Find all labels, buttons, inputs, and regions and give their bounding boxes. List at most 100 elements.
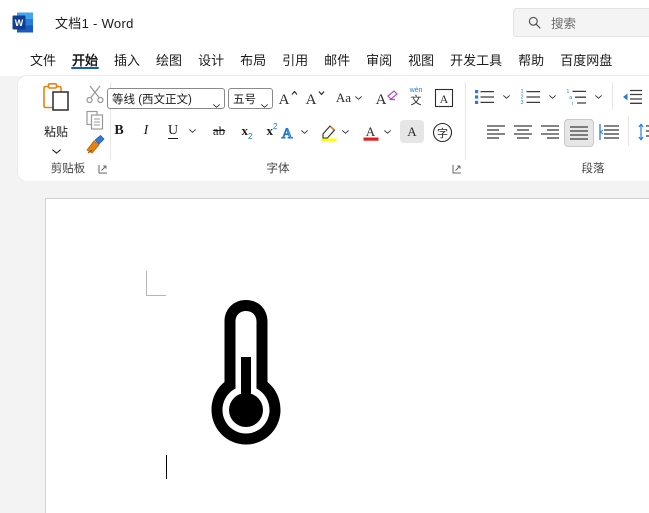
tab-label: 视图 (408, 53, 435, 68)
shrink-font-button[interactable]: A (304, 86, 328, 110)
paste-label: 粘贴 (43, 125, 68, 139)
tab-references[interactable]: 引用 (274, 44, 316, 70)
tab-help[interactable]: 帮助 (510, 44, 552, 70)
font-size-combo[interactable]: 五号 (228, 88, 273, 109)
svg-text:i: i (572, 101, 573, 106)
svg-text:A: A (440, 92, 449, 106)
strikethrough-label: ab (212, 123, 226, 138)
tab-label: 设计 (198, 53, 225, 68)
superscript-button[interactable]: x 2 (261, 120, 283, 142)
group-label-paragraph: 段落 (581, 163, 605, 175)
tab-mailings[interactable]: 邮件 (316, 44, 358, 70)
tab-review[interactable]: 审阅 (358, 44, 400, 70)
phonetic-guide-button[interactable]: wén 文 (403, 84, 429, 110)
clear-formatting-button[interactable]: A (374, 86, 400, 110)
svg-text:字: 字 (437, 126, 448, 140)
font-name-combo[interactable]: 等线 (西文正文) (107, 88, 225, 109)
search-icon (528, 16, 541, 29)
ribbon-tabs: 文件 开始 插入 绘图 设计 布局 引用 邮件 审阅 视图 开发工具 帮助 百度… (0, 44, 649, 76)
svg-text:A: A (279, 92, 290, 108)
group-label-font: 字体 (266, 163, 290, 175)
tab-label: 插入 (114, 53, 141, 68)
bulleted-list-button[interactable] (473, 86, 497, 108)
tab-label: 开发工具 (450, 53, 503, 68)
phonetic-guide-bottom: 文 (410, 95, 422, 107)
clipboard-icon (39, 82, 73, 120)
search-box[interactable]: 搜索 (513, 8, 649, 37)
subscript-button[interactable]: x 2 (236, 120, 258, 142)
title-bar: W 文档1 - Word 搜索 (0, 0, 649, 44)
copy-button[interactable] (84, 109, 106, 131)
line-spacing-button[interactable] (636, 121, 649, 143)
align-left-button[interactable] (483, 121, 509, 143)
bold-label: B (114, 123, 124, 138)
character-border-button[interactable]: A (432, 86, 456, 110)
change-case-button[interactable]: Aa (332, 86, 366, 110)
tab-developer[interactable]: 开发工具 (442, 44, 510, 70)
strikethrough-button[interactable]: ab (206, 120, 232, 142)
word-window: W 文档1 - Word 搜索 文件 开始 插入 绘图 设计 布局 引用 邮件 … (0, 0, 649, 513)
font-size-value: 五号 (233, 93, 256, 106)
tab-layout[interactable]: 布局 (232, 44, 274, 70)
clipboard-dialog-launcher[interactable] (98, 162, 109, 174)
chevron-down-icon[interactable] (32, 141, 80, 159)
svg-text:A: A (366, 124, 376, 139)
numbered-list-button[interactable]: 1 2 3 (519, 86, 543, 108)
align-right-button[interactable] (537, 121, 563, 143)
margin-corner-marker (146, 271, 166, 296)
group-separator (465, 82, 466, 160)
font-dialog-launcher[interactable] (452, 162, 463, 174)
underline-button[interactable]: U (162, 120, 184, 142)
grow-font-button[interactable]: A (277, 86, 301, 110)
tab-label: 布局 (240, 53, 267, 68)
highlight-color-button[interactable] (316, 120, 352, 144)
search-input[interactable]: 搜索 (551, 13, 576, 32)
bullets-chevron-down-icon[interactable] (499, 88, 513, 106)
thermometer-icon (211, 294, 281, 449)
align-center-button[interactable] (510, 121, 536, 143)
bold-button[interactable]: B (108, 120, 130, 142)
svg-text:A: A (306, 92, 317, 108)
svg-text:3: 3 (521, 100, 524, 106)
numbering-chevron-down-icon[interactable] (545, 88, 559, 106)
decrease-indent-button[interactable] (620, 86, 644, 108)
document-title: 文档1 - Word (55, 16, 134, 31)
tab-file[interactable]: 文件 (22, 44, 64, 70)
chevron-down-icon[interactable] (261, 95, 268, 113)
tab-view[interactable]: 视图 (400, 44, 442, 70)
format-painter-button[interactable] (84, 134, 106, 156)
distribute-button[interactable] (596, 121, 622, 143)
word-logo: W (12, 12, 34, 33)
document-canvas[interactable] (0, 181, 649, 513)
tab-label: 文件 (30, 53, 57, 68)
subscript-index: 2 (248, 132, 253, 141)
superscript-index: 2 (273, 122, 278, 131)
tab-baidu-netdisk[interactable]: 百度网盘 (552, 44, 620, 70)
phonetic-guide-top: wén (409, 87, 423, 94)
font-color-button[interactable]: A (358, 120, 394, 144)
tab-label: 引用 (282, 53, 309, 68)
document-page[interactable] (45, 198, 649, 513)
tab-label: 审阅 (366, 53, 393, 68)
tab-design[interactable]: 设计 (190, 44, 232, 70)
enclose-characters-button[interactable]: 字 (429, 120, 455, 144)
justify-button[interactable] (564, 119, 594, 147)
text-cursor (166, 455, 168, 479)
group-label-clipboard: 剪贴板 (50, 163, 86, 175)
tab-home[interactable]: 开始 (64, 44, 106, 70)
tab-label: 百度网盘 (560, 53, 613, 68)
tab-insert[interactable]: 插入 (106, 44, 148, 70)
cut-button[interactable] (84, 83, 106, 105)
paste-button[interactable]: 粘贴 (32, 82, 80, 154)
svg-text:A: A (376, 92, 387, 108)
italic-button[interactable]: I (135, 120, 157, 142)
ribbon: 粘贴 剪贴板 等线 (西文正文) 五号 A A Aa A wén 文 A A A… (18, 76, 649, 181)
character-shading-button[interactable]: A (400, 120, 424, 143)
chevron-down-icon[interactable] (213, 95, 220, 113)
multilevel-chevron-down-icon[interactable] (591, 88, 605, 106)
multilevel-list-button[interactable]: 1 a i (565, 86, 589, 108)
underline-chevron-down-icon[interactable] (184, 122, 200, 140)
tab-draw[interactable]: 绘图 (148, 44, 190, 70)
italic-label: I (143, 123, 149, 138)
svg-text:W: W (15, 18, 24, 28)
